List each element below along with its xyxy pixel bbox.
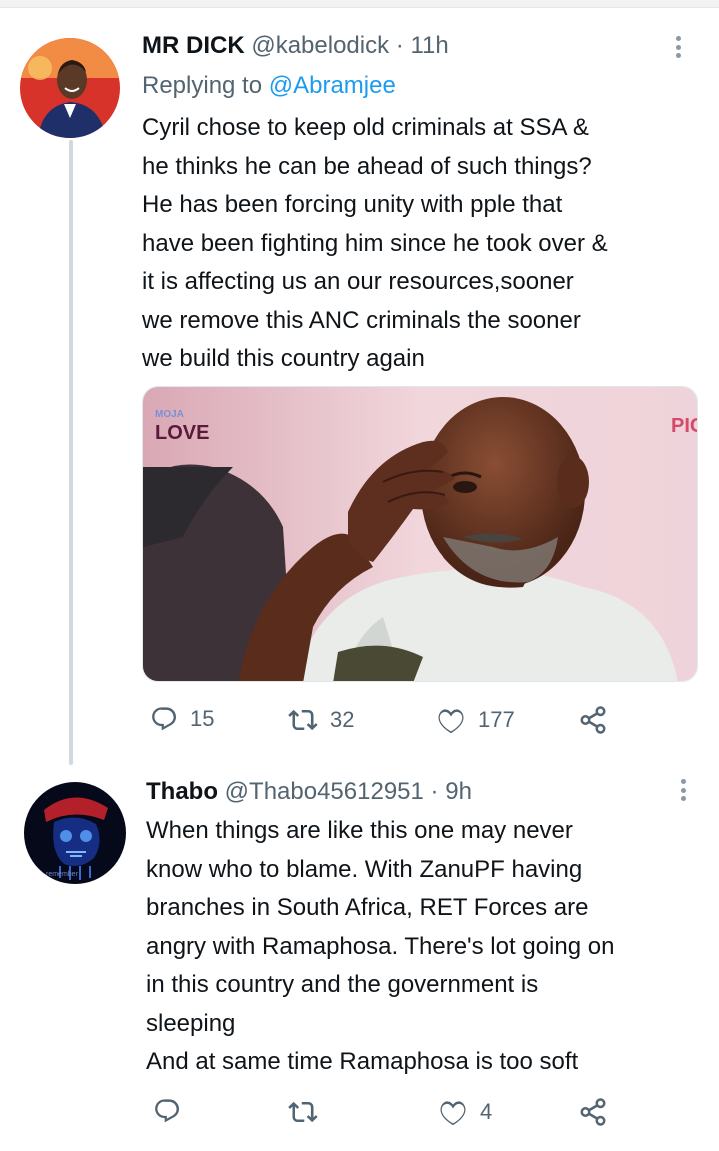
- replying-to-mention[interactable]: @Abramjee: [269, 72, 396, 99]
- reply-count: 15: [190, 706, 215, 731]
- more-options-button[interactable]: [668, 32, 688, 62]
- heart-icon: [440, 1101, 466, 1126]
- timestamp[interactable]: 9h: [445, 778, 472, 805]
- tweet-text-line: And at same time Ramaphosa is too soft: [146, 1048, 579, 1075]
- tweet-header: Thabo @Thabo45612951 · 9h: [146, 778, 472, 806]
- display-name[interactable]: Thabo: [146, 778, 218, 805]
- like-count: 4: [480, 1099, 493, 1124]
- tweet-text-line: know who to blame. With ZanuPF having: [146, 855, 583, 883]
- reply-icon: [155, 1099, 180, 1123]
- more-dot: [680, 779, 686, 784]
- retweet-count: 32: [330, 707, 355, 732]
- tweet-text-line: have been fighting him since he took ove…: [142, 229, 608, 257]
- like-button[interactable]: 177: [436, 705, 515, 735]
- media-watermark-top: MOJA: [155, 409, 184, 420]
- tweet-text-line: we build this country again: [142, 345, 425, 372]
- share-button[interactable]: [578, 1097, 608, 1127]
- timestamp[interactable]: 11h: [410, 32, 448, 59]
- tweet-text-line: He has been forcing unity with pple that: [142, 191, 563, 218]
- tweet-header: MR DICK @kabelodick · 11h: [142, 32, 449, 60]
- tweet-text: When things are like this one may never …: [146, 812, 614, 1082]
- more-dot: [675, 53, 681, 58]
- tweet-text-line: sleeping: [146, 1009, 236, 1037]
- tweet-text-line: it is affecting us an our resources,soon…: [142, 268, 574, 295]
- retweet-icon: [288, 709, 318, 731]
- avatar[interactable]: [20, 38, 120, 138]
- tweet-text-line: angry with Ramaphosa. There's lot going …: [146, 932, 615, 960]
- share-icon: [580, 706, 606, 734]
- more-dot: [680, 796, 686, 801]
- tweet-text-line: we remove this ANC criminals the sooner: [142, 306, 581, 334]
- replying-to: Replying to @Abramjee: [142, 72, 396, 100]
- more-dot: [675, 36, 681, 41]
- more-dot: [680, 787, 686, 793]
- tweet-text-line: Cyril chose to keep old criminals at SSA…: [142, 114, 589, 141]
- display-name[interactable]: MR DICK: [142, 32, 245, 59]
- header-separator: ·: [395, 32, 404, 59]
- retweet-button[interactable]: [288, 1097, 318, 1127]
- more-dot: [675, 44, 681, 50]
- retweet-icon: [288, 1101, 318, 1123]
- reply-button[interactable]: [153, 1097, 181, 1125]
- heart-icon: [438, 709, 464, 734]
- retweet-button[interactable]: 32: [288, 705, 354, 735]
- tweet-text-line: in this country and the government is: [146, 971, 539, 998]
- header-separator: ·: [430, 778, 439, 805]
- reply-icon: [152, 707, 177, 731]
- avatar[interactable]: remember: [24, 782, 126, 884]
- replying-prefix: Replying to: [142, 72, 263, 99]
- top-divider: [0, 0, 719, 8]
- share-button[interactable]: [578, 705, 608, 735]
- tweet-text-line: he thinks he can be ahead of such things…: [142, 152, 592, 180]
- avatar-caption: remember: [46, 871, 79, 878]
- like-count: 177: [478, 707, 515, 732]
- like-button[interactable]: 4: [438, 1097, 492, 1127]
- user-handle[interactable]: @Thabo45612951: [225, 778, 424, 805]
- reply-button[interactable]: 15: [150, 705, 214, 733]
- more-options-button[interactable]: [673, 775, 693, 805]
- tweet-media-image[interactable]: MOJA LOVE PIG: [142, 386, 698, 682]
- tweet-text-line: branches in South Africa, RET Forces are: [146, 894, 589, 921]
- share-icon: [580, 1098, 606, 1126]
- media-corner-text: PIG: [671, 415, 698, 437]
- tweet-text-line: When things are like this one may never: [146, 817, 573, 844]
- user-handle[interactable]: @kabelodick: [251, 32, 389, 59]
- tweet-text: Cyril chose to keep old criminals at SSA…: [142, 109, 608, 379]
- thread-connector-line: [69, 140, 73, 765]
- media-watermark-bottom: LOVE: [155, 422, 209, 444]
